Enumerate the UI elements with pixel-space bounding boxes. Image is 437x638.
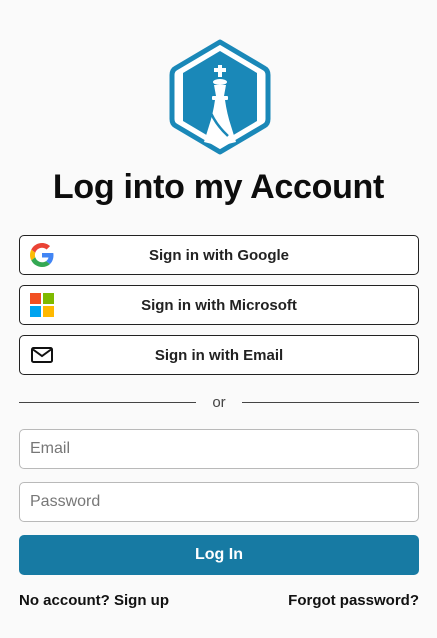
sign-in-google-button[interactable]: Sign in with Google	[19, 235, 419, 275]
microsoft-icon	[30, 293, 54, 317]
envelope-icon	[30, 343, 54, 367]
logo	[168, 38, 272, 156]
google-button-label: Sign in with Google	[149, 246, 289, 264]
log-in-button[interactable]: Log In	[19, 535, 419, 575]
chess-king-logo-icon	[169, 39, 271, 155]
page-title: Log into my Account	[52, 168, 385, 206]
sign-in-email-button[interactable]: Sign in with Email	[19, 335, 419, 375]
password-input[interactable]	[19, 482, 419, 522]
divider-line-right	[241, 401, 419, 403]
sign-in-microsoft-button[interactable]: Sign in with Microsoft	[19, 285, 419, 325]
google-icon	[30, 243, 54, 267]
divider-line-left	[19, 401, 197, 403]
email-button-label: Sign in with Email	[154, 346, 284, 364]
microsoft-button-label: Sign in with Microsoft	[141, 296, 297, 314]
forgot-password-link[interactable]: Forgot password?	[288, 592, 419, 609]
or-divider: or	[19, 392, 419, 412]
or-text: or	[212, 393, 226, 411]
sign-up-link[interactable]: No account? Sign up	[19, 592, 169, 609]
email-input[interactable]	[19, 429, 419, 469]
